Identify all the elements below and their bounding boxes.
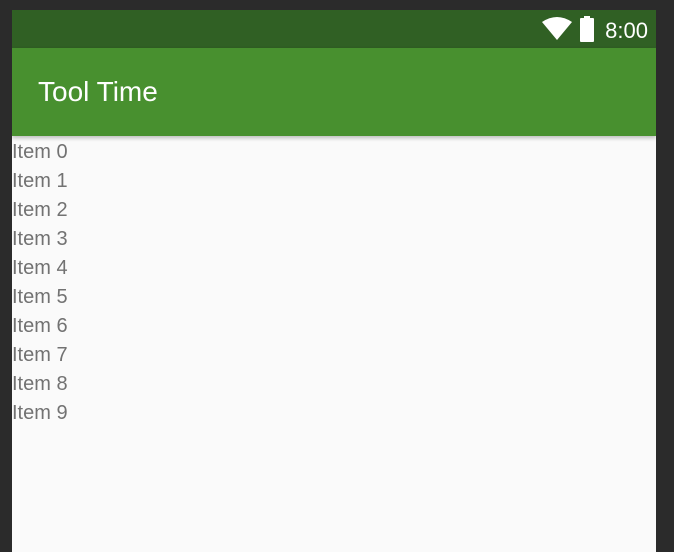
list-item[interactable]: Item 7 <box>12 341 656 370</box>
status-icons: 8:00 <box>541 10 648 48</box>
status-time: 8:00 <box>605 18 648 43</box>
list-item[interactable]: Item 5 <box>12 283 656 312</box>
wifi-icon <box>541 17 573 41</box>
list-item[interactable]: Item 8 <box>12 370 656 399</box>
list-item[interactable]: Item 3 <box>12 225 656 254</box>
list-item[interactable]: Item 1 <box>12 167 656 196</box>
app-title: Tool Time <box>38 76 158 107</box>
list-item[interactable]: Item 0 <box>12 138 656 167</box>
battery-icon <box>579 16 595 42</box>
list-item[interactable]: Item 9 <box>12 399 656 428</box>
status-bar: 8:00 <box>12 10 656 48</box>
app-screen: 8:00 Tool Time Item 0 Item 1 Item 2 Item… <box>12 10 656 552</box>
item-list: Item 0 Item 1 Item 2 Item 3 Item 4 Item … <box>12 138 656 428</box>
app-bar: Tool Time <box>12 48 656 136</box>
list-item[interactable]: Item 6 <box>12 312 656 341</box>
list-item[interactable]: Item 2 <box>12 196 656 225</box>
list-item[interactable]: Item 4 <box>12 254 656 283</box>
